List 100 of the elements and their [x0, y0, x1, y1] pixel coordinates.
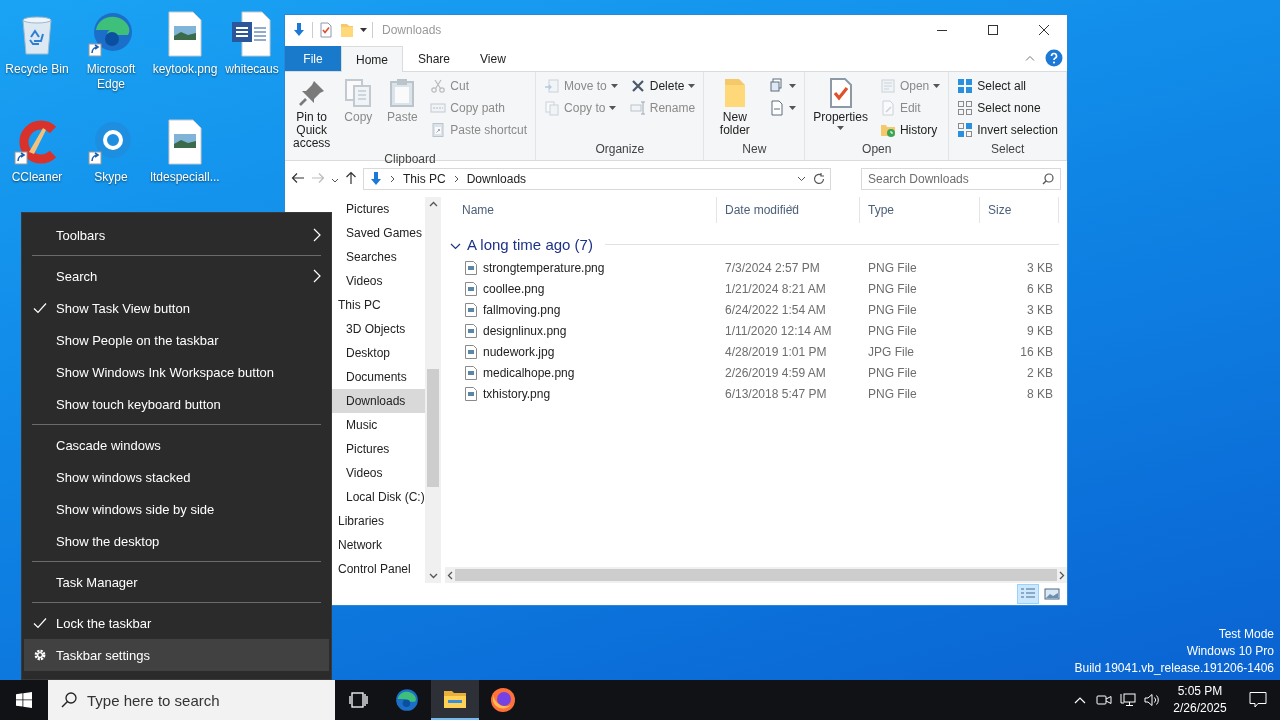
scrollbar[interactable] — [425, 197, 441, 583]
close-icon — [1039, 25, 1049, 35]
ribbon-button[interactable]: Delete — [626, 75, 699, 97]
caret-icon — [360, 28, 367, 32]
chevron-down-icon — [450, 242, 461, 250]
page-icon — [769, 100, 786, 116]
task-view-icon — [349, 691, 369, 709]
fox-browser-icon — [490, 687, 516, 713]
download-arrow-icon — [368, 171, 384, 187]
network-icon — [1120, 693, 1136, 707]
chevron-right-icon — [453, 175, 459, 183]
delete-icon — [629, 78, 646, 94]
chevron-left-icon — [447, 570, 453, 580]
history-icon — [879, 122, 896, 138]
file-size: 2 KB — [1026, 365, 1054, 380]
file-name[interactable]: medicalhope.png — [483, 365, 575, 380]
maximize-icon — [988, 25, 998, 35]
chevron-right-icon — [390, 175, 395, 183]
scrollbar-thumb[interactable] — [427, 369, 439, 487]
address-bar[interactable]: This PC Downloads — [363, 168, 831, 190]
ribbon-button[interactable]: History — [876, 119, 944, 141]
chevron-down-icon — [797, 176, 806, 182]
column-header[interactable]: Name — [454, 197, 717, 223]
menu-item[interactable]: Taskbar settings — [24, 639, 329, 671]
file-name[interactable]: nudework.jpg — [483, 344, 555, 359]
scissors-icon — [430, 78, 447, 94]
search-field[interactable]: Type here to search — [48, 680, 335, 720]
rename-icon — [629, 100, 646, 116]
column-header[interactable]: Size — [980, 197, 1059, 223]
scrollbar-thumb[interactable] — [455, 569, 1057, 581]
file-date: 4/28/2019 1:01 PM — [724, 344, 828, 359]
file-name[interactable]: txhistory.png — [483, 386, 551, 401]
caret-icon — [789, 106, 797, 110]
chevron-right-icon — [313, 269, 321, 283]
scrollbar[interactable] — [445, 567, 1067, 583]
up-arrow-icon — [345, 170, 357, 185]
file-name[interactable]: designlinux.png — [483, 323, 567, 338]
windows-logo-icon — [16, 692, 32, 708]
menu-item[interactable]: Lock the taskbar — [24, 607, 329, 639]
ribbon-button[interactable]: New folder — [709, 75, 761, 139]
file-type: PNG File — [867, 260, 918, 275]
column-header[interactable]: Date modified — [717, 197, 860, 223]
sort-caret-icon — [788, 204, 797, 209]
clock[interactable]: 5:05 PM 2/26/2025 — [1164, 683, 1236, 717]
image-file-icon — [465, 260, 477, 275]
pages-icon — [544, 100, 561, 116]
select-all-icon — [957, 78, 974, 94]
group-header: A long time ago (7) — [467, 235, 593, 253]
ribbon-tab[interactable]: View — [465, 46, 521, 71]
ribbon-tab[interactable]: Home — [341, 46, 403, 72]
chevron-down-icon — [428, 573, 438, 579]
ribbon-button[interactable]: Select none — [954, 97, 1061, 119]
folder-icon — [339, 22, 355, 38]
browser-icon — [87, 10, 135, 58]
camera-icon — [1096, 693, 1112, 707]
breadcrumb[interactable]: This PC — [401, 172, 448, 186]
caret-icon — [609, 106, 617, 110]
file-name[interactable]: fallmoving.png — [483, 302, 561, 317]
refresh-icon — [812, 172, 826, 186]
caret-icon — [688, 84, 696, 88]
window-title: Downloads — [382, 23, 443, 37]
file-size: 3 KB — [1026, 302, 1054, 317]
group-label: Clipboard — [383, 152, 437, 166]
group-label: Select — [989, 142, 1026, 158]
collapse-ribbon-icon — [1025, 55, 1035, 61]
file-size: 3 KB — [1026, 260, 1054, 275]
file-date: 7/3/2024 2:57 PM — [724, 260, 821, 275]
file-type: PNG File — [867, 386, 918, 401]
copy-path-icon — [430, 100, 447, 116]
check-icon — [33, 617, 47, 629]
file-size: 16 KB — [1019, 344, 1054, 359]
folder-icon — [443, 688, 467, 710]
large-icons-view-icon — [1044, 587, 1060, 601]
watermark-text: Windows 10 Pro — [1186, 643, 1274, 660]
ribbon-tab[interactable]: Share — [403, 46, 466, 71]
chevron-right-icon — [313, 228, 321, 242]
image-file-icon — [465, 281, 477, 296]
nav-item[interactable]: Pictures — [285, 197, 425, 221]
file-type: JPG File — [867, 344, 915, 359]
ribbon-button[interactable]: Select all — [954, 75, 1061, 97]
file-size: 6 KB — [1026, 281, 1054, 296]
ribbon-button[interactable]: Pin to Quick access — [290, 75, 334, 152]
ribbon-button[interactable]: Invert selection — [954, 119, 1061, 141]
search-field[interactable]: Search Downloads — [861, 168, 1061, 190]
file-name[interactable]: strongtemperature.png — [483, 260, 605, 275]
chevron-up-icon — [428, 201, 438, 207]
back-arrow-icon — [291, 171, 305, 184]
file-date: 6/24/2022 1:54 AM — [724, 302, 827, 317]
chevron-up-icon — [1074, 696, 1086, 704]
image-file-icon — [465, 302, 477, 317]
ribbon-button[interactable]: Properties — [810, 75, 871, 132]
forward-arrow-icon — [311, 171, 325, 184]
image-file-icon — [465, 323, 477, 338]
column-header[interactable]: Type — [860, 197, 980, 223]
open-icon — [879, 78, 896, 94]
ribbon-tab[interactable]: File — [285, 46, 341, 71]
file-date: 1/21/2024 8:21 AM — [724, 281, 827, 296]
file-name[interactable]: coollee.png — [483, 281, 545, 296]
breadcrumb[interactable]: Downloads — [464, 172, 529, 186]
taskbar-button[interactable] — [431, 680, 479, 720]
